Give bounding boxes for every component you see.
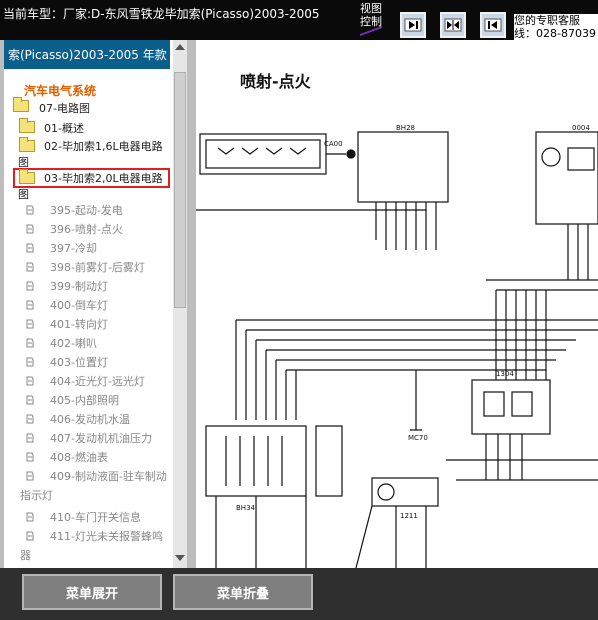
tree-leaf-item[interactable]: 400-倒车灯	[50, 297, 108, 313]
document-icon	[25, 470, 35, 481]
view-split-button[interactable]	[440, 12, 466, 38]
label-1304: 1304	[496, 370, 514, 378]
split-view-icon	[444, 18, 462, 32]
tree-leaf-item[interactable]: 406-发动机水温	[50, 411, 130, 427]
view-control-label[interactable]: 视图 控制	[360, 2, 390, 37]
system-title[interactable]: 汽车电气系统	[24, 82, 96, 99]
current-car-type: 当前车型：厂家:D-东风雪铁龙毕加索(Picasso)2003-2005	[3, 7, 320, 21]
menu-tree-panel: 索(Picasso)2003-2005 年款 汽车电气系统 07-电路图 01-…	[4, 40, 187, 568]
document-icon	[25, 242, 35, 253]
sidebar-scrollbar[interactable]	[173, 40, 187, 568]
top-bar: 当前车型：厂家:D-东风雪铁龙毕加索(Picasso)2003-2005 视图 …	[0, 0, 598, 40]
menu-collapse-button[interactable]: 菜单折叠	[173, 574, 313, 610]
tree-folder-item-wrap: 图	[18, 188, 29, 201]
label-bh34: BH34	[236, 504, 256, 512]
service-line-2: 线：028-87039	[514, 27, 596, 40]
folder-open-icon	[13, 97, 29, 112]
label-mc70: MC70	[408, 434, 428, 442]
document-icon	[25, 432, 35, 443]
label-bh28: BH28	[396, 124, 415, 132]
tree-folder-item-selected[interactable]: 03-毕加索2,0L电器电路	[44, 170, 163, 186]
arrow-left-bar-icon	[484, 18, 502, 32]
label-1211: 1211	[400, 512, 418, 520]
tree-leaf-wrap: 指示灯	[20, 489, 53, 502]
tree-leaf-item[interactable]: 404-近光灯-远光灯	[50, 373, 145, 389]
scroll-up-icon[interactable]	[175, 44, 185, 50]
tree-leaf-item[interactable]: 398-前雾灯-后雾灯	[50, 259, 145, 275]
document-icon	[25, 204, 35, 215]
tree-leaf-item[interactable]: 403-位置灯	[50, 354, 108, 370]
tree-leaf-item[interactable]: 399-制动灯	[50, 278, 108, 294]
view-control-text: 视图 控制	[360, 2, 382, 28]
document-icon	[25, 280, 35, 291]
menu-expand-button[interactable]: 菜单展开	[22, 574, 162, 610]
document-icon	[25, 375, 35, 386]
view-left-panel-button[interactable]	[480, 12, 506, 38]
tree-leaf-item[interactable]: 407-发动机机油压力	[50, 430, 152, 446]
tree-leaf-item[interactable]: 402-喇叭	[50, 335, 97, 351]
tree-leaf-item[interactable]: 409-制动液面-驻车制动	[50, 468, 167, 484]
document-icon	[25, 511, 35, 522]
label-0004: 0004	[572, 124, 590, 132]
tree-root-item[interactable]: 07-电路图	[39, 100, 90, 116]
document-icon	[25, 394, 35, 405]
document-icon	[25, 299, 35, 310]
tree-leaf-item[interactable]: 405-内部照明	[50, 392, 119, 408]
document-icon	[25, 451, 35, 462]
arrow-right-bar-icon	[404, 18, 422, 32]
wiring-diagram-view[interactable]: 喷射-点火 BH28 0004 CA00 1304 BH34 MC70 1211	[196, 40, 598, 568]
tree-folder-item[interactable]: 02-毕加索1,6L电器电路	[44, 138, 163, 154]
folder-open-icon	[19, 169, 35, 184]
document-icon	[25, 261, 35, 272]
main-area: 索(Picasso)2003-2005 年款 汽车电气系统 07-电路图 01-…	[0, 40, 598, 568]
tree-leaf-wrap: 器	[20, 549, 31, 562]
folder-icon	[19, 137, 35, 152]
tree-leaf-item[interactable]: 395-起动-发电	[50, 202, 123, 218]
document-icon	[25, 413, 35, 424]
view-right-panel-button[interactable]	[400, 12, 426, 38]
model-header: 索(Picasso)2003-2005 年款	[4, 40, 170, 78]
tree-folder-item[interactable]: 01-概述	[44, 120, 84, 136]
customer-service-info: 您的专职客服 线：028-87039	[514, 14, 598, 40]
bottom-bar: 菜单展开 菜单折叠	[0, 568, 598, 620]
tree-leaf-item[interactable]: 410-车门开关信息	[50, 509, 141, 525]
tree-leaf-item[interactable]: 408-燃油表	[50, 449, 108, 465]
document-icon	[25, 530, 35, 541]
document-icon	[25, 318, 35, 329]
label-ca00: CA00	[324, 140, 343, 148]
document-icon	[25, 337, 35, 348]
tree-leaf-item[interactable]: 401-转向灯	[50, 316, 108, 332]
scroll-down-icon[interactable]	[175, 555, 185, 561]
tree-leaf-item[interactable]: 396-喷射-点火	[50, 221, 123, 237]
folder-icon	[19, 118, 35, 133]
tree-leaf-item[interactable]: 397-冷却	[50, 240, 97, 256]
wiring-diagram: BH28 0004 CA00 1304 BH34 MC70 1211	[196, 124, 598, 568]
service-line-1: 您的专职客服	[514, 14, 580, 27]
document-icon	[25, 223, 35, 234]
document-icon	[25, 356, 35, 367]
tree-leaf-item[interactable]: 411-灯光未关报警蜂鸣	[50, 528, 163, 544]
scrollbar-thumb[interactable]	[174, 72, 186, 308]
